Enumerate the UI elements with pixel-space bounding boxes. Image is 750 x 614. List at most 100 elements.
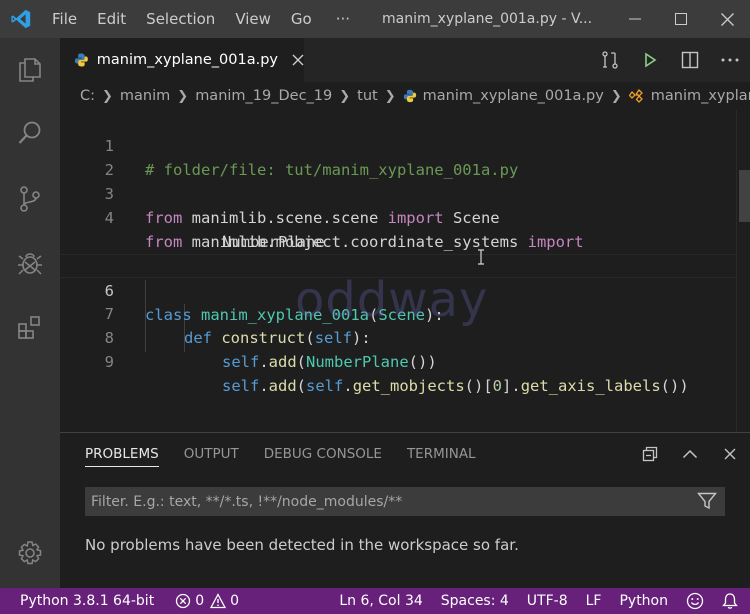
explorer-button[interactable] xyxy=(0,44,60,94)
end-of-line[interactable]: LF xyxy=(577,588,611,614)
files-icon xyxy=(19,58,41,82)
chevron-right-icon: ❯ xyxy=(177,88,189,104)
watermark: oddway xyxy=(295,272,489,328)
tab-close-button[interactable] xyxy=(292,54,304,66)
tab-output[interactable]: OUTPUT xyxy=(184,433,239,475)
more-actions-button[interactable] xyxy=(710,38,750,82)
editor-scrollbar[interactable] xyxy=(736,110,750,432)
error-count: 0 xyxy=(195,593,205,609)
code-line: 5 xyxy=(60,230,750,275)
source-control-button[interactable] xyxy=(0,174,60,224)
menu-go[interactable]: Go xyxy=(281,0,322,38)
tab-manim-xyplane-001a[interactable]: manim_xyplane_001a.py xyxy=(60,38,304,82)
python-interpreter[interactable]: Python 3.8.1 64-bit xyxy=(0,588,163,614)
menu-view[interactable]: View xyxy=(225,0,281,38)
encoding[interactable]: UTF-8 xyxy=(518,588,577,614)
bracket: ()[ xyxy=(464,377,493,395)
filter-input[interactable] xyxy=(91,493,681,510)
menu-file[interactable]: File xyxy=(42,0,87,38)
chevron-right-icon: ❯ xyxy=(339,88,351,104)
window-title: manim_xyplane_001a.py - V... xyxy=(382,11,593,27)
breadcrumb-folder-tut[interactable]: tut xyxy=(357,88,378,104)
self-ref: self xyxy=(222,377,260,395)
tab-problems[interactable]: PROBLEMS xyxy=(85,433,159,475)
vscode-logo-icon xyxy=(0,0,42,38)
class-ref: NumberPlane xyxy=(306,353,409,371)
breadcrumb-symbol-label: manim_xyplane_0 xyxy=(650,88,750,104)
menu-edit[interactable]: Edit xyxy=(87,0,136,38)
collapse-all-button[interactable] xyxy=(630,433,670,475)
text-cursor-icon xyxy=(477,249,485,269)
code-editor[interactable]: 1 # folder/file: tut/manim_xyplane_001a.… xyxy=(60,110,750,432)
gear-icon xyxy=(18,541,42,565)
filter-icon xyxy=(697,492,717,510)
language-mode[interactable]: Python xyxy=(610,588,677,614)
breadcrumb-file[interactable]: manim_xyplane_001a.py xyxy=(403,88,604,104)
run-button[interactable] xyxy=(630,38,670,82)
breadcrumb-symbol[interactable]: manim_xyplane_0 xyxy=(628,88,750,104)
chevron-up-icon xyxy=(682,449,698,459)
chevron-right-icon: ❯ xyxy=(384,88,396,104)
line-number: 9 xyxy=(104,353,114,371)
maximize-panel-button[interactable] xyxy=(670,433,710,475)
editor-actions xyxy=(590,38,750,82)
scrollbar-thumb[interactable] xyxy=(739,170,750,222)
breadcrumb-drive[interactable]: C: xyxy=(80,88,95,104)
minimize-icon xyxy=(629,18,641,20)
close-window-button[interactable] xyxy=(704,0,750,38)
extensions-button[interactable] xyxy=(0,303,60,353)
settings-button[interactable] xyxy=(0,528,60,578)
maximize-icon xyxy=(675,13,687,25)
more-icon xyxy=(721,58,739,62)
title-bar: File Edit Selection View Go ··· manim_xy… xyxy=(0,0,750,38)
tab-terminal[interactable]: TERMINAL xyxy=(407,433,476,475)
bracket: ]. xyxy=(502,377,521,395)
menu-selection[interactable]: Selection xyxy=(136,0,225,38)
self-ref: self xyxy=(306,377,344,395)
indentation[interactable]: Spaces: 4 xyxy=(432,588,518,614)
debug-button[interactable] xyxy=(0,238,60,288)
method-call: get_mobjects xyxy=(352,377,465,395)
maximize-button[interactable] xyxy=(658,0,704,38)
code-line-wrapped: NumberPlane xyxy=(60,206,750,251)
tab-debug-console[interactable]: DEBUG CONSOLE xyxy=(264,433,382,475)
split-editor-button[interactable] xyxy=(670,38,710,82)
feedback-button[interactable] xyxy=(677,588,713,614)
method-call: add xyxy=(268,377,297,395)
self-ref: self xyxy=(222,353,260,371)
paren: ()) xyxy=(660,377,689,395)
smiley-icon xyxy=(686,592,704,610)
bottom-panel: PROBLEMS OUTPUT DEBUG CONSOLE TERMINAL N… xyxy=(60,432,750,588)
python-file-icon xyxy=(403,89,416,103)
source-control-icon xyxy=(20,186,40,212)
tab-label: manim_xyplane_001a.py xyxy=(96,52,278,68)
compare-changes-button[interactable] xyxy=(590,38,630,82)
close-icon xyxy=(724,448,736,460)
breadcrumb-folder-manim[interactable]: manim xyxy=(120,88,170,104)
breadcrumb-folder-manim-19-dec-19[interactable]: manim_19_Dec_19 xyxy=(195,88,332,104)
play-icon xyxy=(645,52,657,68)
bell-icon xyxy=(722,593,738,609)
method-call: add xyxy=(268,353,297,371)
filter-button[interactable] xyxy=(697,492,717,514)
paren: ( xyxy=(296,353,307,371)
warning-count: 0 xyxy=(230,593,240,609)
python-file-icon xyxy=(74,53,88,67)
window-controls xyxy=(612,0,750,38)
class-symbol-icon xyxy=(628,89,643,103)
search-button[interactable] xyxy=(0,108,60,158)
cursor-position[interactable]: Ln 6, Col 34 xyxy=(330,588,431,614)
notifications-button[interactable] xyxy=(713,588,750,614)
close-icon xyxy=(292,54,304,66)
minimize-button[interactable] xyxy=(612,0,658,38)
problems-count[interactable]: 0 0 xyxy=(163,588,248,614)
code-line: 4 from manimlib.mobject.coordinate_syste… xyxy=(60,182,750,251)
extensions-icon xyxy=(18,316,40,339)
chevron-right-icon: ❯ xyxy=(610,88,622,104)
close-panel-button[interactable] xyxy=(710,433,750,475)
code-line: 9 self.add(self.get_mobjects()[0].get_ax… xyxy=(60,326,750,395)
code-line: 2 xyxy=(60,134,750,179)
close-icon xyxy=(720,12,734,26)
menu-more[interactable]: ··· xyxy=(322,0,364,38)
collapse-all-icon xyxy=(642,446,658,462)
